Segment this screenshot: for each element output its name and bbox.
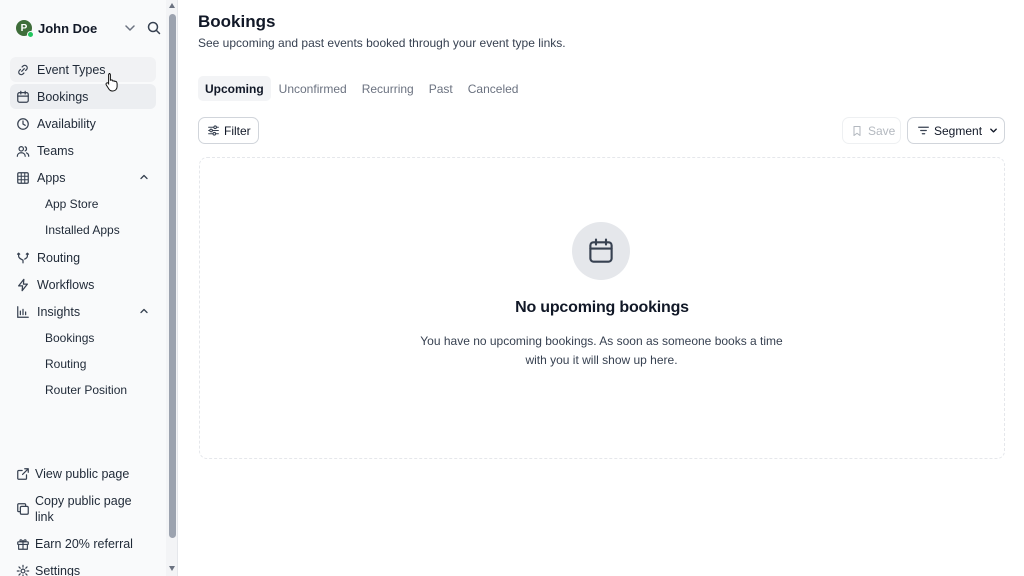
filter-lines-icon xyxy=(918,126,929,135)
bar-chart-icon xyxy=(17,305,29,318)
sidebar-item-label: Teams xyxy=(37,143,74,158)
page-title: Bookings xyxy=(198,12,276,31)
copy-public-page-link-button[interactable]: Copy public page link xyxy=(16,493,162,525)
gift-icon xyxy=(17,539,29,550)
sidebar-item-label: Event Types xyxy=(37,62,106,77)
external-link-icon xyxy=(17,468,29,480)
gear-icon xyxy=(16,564,30,576)
sidebar-item-routing[interactable]: Routing xyxy=(10,245,156,270)
filter-label: Filter xyxy=(224,123,251,138)
scroll-up-arrow-icon[interactable] xyxy=(169,3,175,8)
view-public-page-label: View public page xyxy=(35,467,130,481)
calendar-icon xyxy=(589,238,613,263)
settings-link[interactable]: Settings xyxy=(16,563,162,576)
segment-button[interactable]: Segment xyxy=(907,117,1005,144)
split-icon xyxy=(16,252,30,263)
grid-icon xyxy=(17,171,29,184)
link-icon xyxy=(18,64,28,75)
bookmark-icon xyxy=(853,125,861,136)
sidebar-item-label: Apps xyxy=(37,170,66,185)
sidebar-item-bookings[interactable]: Bookings xyxy=(10,84,156,109)
chevron-up-icon[interactable] xyxy=(138,305,150,317)
sidebar-subitem-insights-routing[interactable]: Routing xyxy=(45,354,86,374)
chevron-down-icon xyxy=(990,128,997,133)
online-status-dot xyxy=(27,31,34,38)
view-public-page-link[interactable]: View public page xyxy=(16,466,162,482)
search-icon[interactable] xyxy=(146,20,162,36)
sidebar-item-teams[interactable]: Teams xyxy=(10,138,156,163)
sidebar-scrollbar-thumb[interactable] xyxy=(169,14,176,538)
tab-canceled[interactable]: Canceled xyxy=(461,76,526,101)
sidebar-item-insights[interactable]: Insights xyxy=(10,299,156,324)
clock-icon xyxy=(17,117,29,130)
empty-state-icon xyxy=(572,222,630,280)
booking-tabs: Upcoming Unconfirmed Recurring Past Canc… xyxy=(198,76,526,101)
users-icon xyxy=(16,145,30,157)
calendar-icon xyxy=(17,90,29,103)
sidebar-subitem-router-position[interactable]: Router Position xyxy=(45,380,127,400)
avatar-initial: P xyxy=(20,22,28,34)
sidebar-item-apps[interactable]: Apps xyxy=(10,165,156,190)
sidebar: P John Doe Event Types Bookings Availabi… xyxy=(0,0,166,576)
sidebar-subitem-installed-apps[interactable]: Installed Apps xyxy=(45,220,120,240)
sidebar-item-label: Workflows xyxy=(37,277,95,292)
sliders-icon xyxy=(208,125,219,136)
tab-past[interactable]: Past xyxy=(422,76,460,101)
empty-state-title: No upcoming bookings xyxy=(515,299,689,316)
save-button[interactable]: Save xyxy=(842,117,901,144)
sidebar-subitem-insights-bookings[interactable]: Bookings xyxy=(45,328,94,348)
page-subtitle: See upcoming and past events booked thro… xyxy=(198,36,566,50)
sidebar-item-event-types[interactable]: Event Types xyxy=(10,57,156,82)
sidebar-item-label: Bookings xyxy=(37,89,89,104)
sidebar-subitem-app-store[interactable]: App Store xyxy=(45,194,98,214)
zap-icon xyxy=(18,278,28,291)
sidebar-item-label: Routing xyxy=(37,250,81,265)
segment-label: Segment xyxy=(934,123,983,138)
filter-button[interactable]: Filter xyxy=(198,117,259,144)
user-menu[interactable]: P John Doe xyxy=(16,16,162,40)
earn-referral-label: Earn 20% referral xyxy=(35,537,133,551)
sidebar-item-workflows[interactable]: Workflows xyxy=(10,272,156,297)
copy-icon xyxy=(17,503,29,515)
tab-recurring[interactable]: Recurring xyxy=(355,76,421,101)
scroll-down-arrow-icon[interactable] xyxy=(169,566,175,571)
sidebar-item-label: Insights xyxy=(37,304,81,319)
chevron-down-icon[interactable] xyxy=(122,20,138,36)
save-label: Save xyxy=(868,123,896,138)
chevron-up-icon[interactable] xyxy=(138,171,150,183)
avatar: P xyxy=(16,20,34,38)
empty-state-description: You have no upcoming bookings. As soon a… xyxy=(420,334,783,367)
earn-referral-link[interactable]: Earn 20% referral xyxy=(16,536,162,552)
user-name: John Doe xyxy=(38,20,98,36)
tab-unconfirmed[interactable]: Unconfirmed xyxy=(272,76,354,101)
tab-upcoming[interactable]: Upcoming xyxy=(198,76,271,101)
copy-public-page-link-label: Copy public page link xyxy=(35,494,132,524)
settings-label: Settings xyxy=(35,564,81,576)
hand-pointer-cursor-icon xyxy=(105,73,118,92)
sidebar-item-label: Availability xyxy=(37,116,96,131)
sidebar-item-availability[interactable]: Availability xyxy=(10,111,156,136)
